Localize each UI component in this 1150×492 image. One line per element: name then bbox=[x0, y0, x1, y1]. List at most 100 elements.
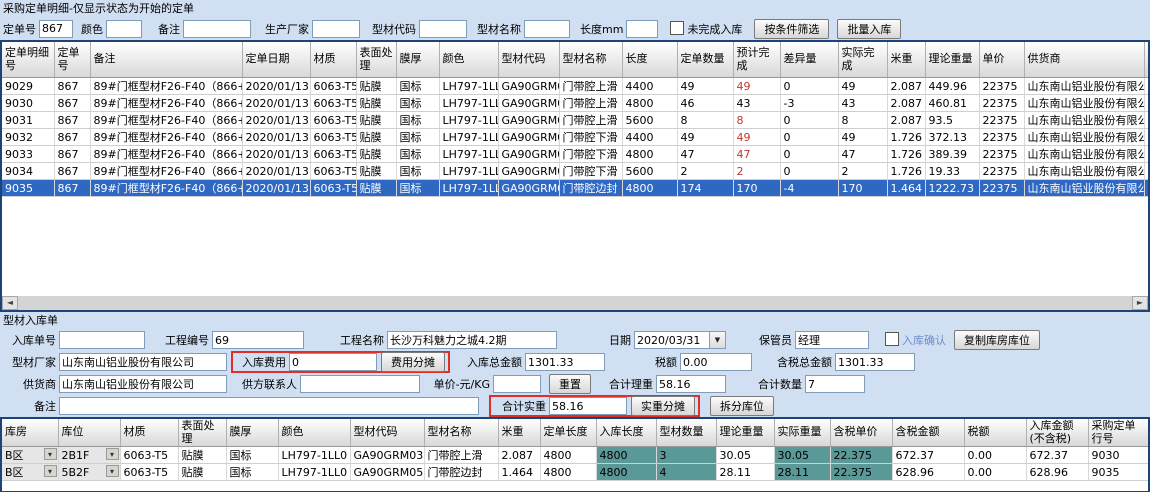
column-header[interactable]: 米重 bbox=[498, 419, 540, 447]
unit-price-input[interactable] bbox=[493, 375, 541, 393]
table-row[interactable]: B区▾2B1F▾6063-T5贴膜国标LH797-1LL0GA90GRM03门带… bbox=[2, 447, 1148, 464]
actual-weight-apportion-button[interactable]: 实重分摊 bbox=[631, 396, 695, 416]
table-row[interactable]: 903186789#门框型材F26-F40（866+867）2020/01/13… bbox=[2, 112, 1148, 129]
scroll-right-button[interactable]: ► bbox=[1132, 296, 1148, 310]
column-header[interactable]: 含税单价 bbox=[830, 419, 892, 447]
column-header[interactable]: 型材名称 bbox=[424, 419, 498, 447]
supplier-contact-input[interactable] bbox=[300, 375, 420, 393]
column-header[interactable]: 型材代码 bbox=[498, 42, 559, 78]
remark-input[interactable] bbox=[183, 20, 251, 38]
cell[interactable]: B区▾ bbox=[2, 447, 58, 464]
column-header[interactable]: 颜色 bbox=[439, 42, 498, 78]
column-header[interactable]: 理论重量 bbox=[716, 419, 774, 447]
table-row[interactable]: 902986789#门框型材F26-F40（866+867）2020/01/13… bbox=[2, 78, 1148, 95]
scroll-left-button[interactable]: ◄ bbox=[2, 296, 18, 310]
inbound-total-input[interactable] bbox=[525, 353, 605, 371]
column-header[interactable]: 备注 bbox=[90, 42, 242, 78]
dropdown-arrow-icon[interactable]: ▾ bbox=[106, 465, 119, 477]
project-name-input[interactable] bbox=[387, 331, 557, 349]
profile-code-input[interactable] bbox=[419, 20, 467, 38]
column-header[interactable]: 型材名称 bbox=[559, 42, 622, 78]
column-header[interactable]: 定单号 bbox=[54, 42, 90, 78]
calendar-dropdown-button[interactable]: ▼ bbox=[710, 331, 726, 349]
column-header[interactable]: 米重 bbox=[887, 42, 925, 78]
dropdown-arrow-icon[interactable]: ▾ bbox=[44, 448, 57, 460]
keeper-input[interactable] bbox=[795, 331, 869, 349]
column-header[interactable]: 型材代码 bbox=[350, 419, 424, 447]
column-header[interactable]: 库房 bbox=[2, 419, 58, 447]
total-with-tax-input[interactable] bbox=[835, 353, 915, 371]
column-header[interactable]: 实际完成 bbox=[838, 42, 887, 78]
column-header[interactable]: 采购定单行号 bbox=[1088, 419, 1148, 447]
table-row[interactable]: 903286789#门框型材F26-F40（866+867）2020/01/13… bbox=[2, 129, 1148, 146]
theory-weight-total-input[interactable] bbox=[656, 375, 726, 393]
project-no-input[interactable] bbox=[212, 331, 304, 349]
column-header[interactable]: 定单数量 bbox=[677, 42, 733, 78]
factory-input[interactable] bbox=[59, 353, 227, 371]
column-header[interactable]: 表面处理 bbox=[356, 42, 396, 78]
column-header[interactable]: 税额 bbox=[964, 419, 1026, 447]
split-location-button[interactable]: 拆分库位 bbox=[710, 396, 774, 416]
dropdown-arrow-icon[interactable]: ▾ bbox=[44, 465, 57, 477]
horizontal-scrollbar[interactable]: ◄ ► bbox=[2, 296, 1148, 310]
cell: 6063-T5 bbox=[310, 163, 356, 180]
filter-by-condition-button[interactable]: 按条件筛选 bbox=[754, 19, 829, 39]
purchase-order-grid: 定单明细号定单号备注定单日期材质表面处理膜厚颜色型材代码型材名称长度定单数量预计… bbox=[0, 40, 1150, 312]
supplier-input[interactable] bbox=[59, 375, 227, 393]
table-row[interactable]: 903086789#门框型材F26-F40（866+867）2020/01/13… bbox=[2, 95, 1148, 112]
column-header[interactable]: 定单长度 bbox=[540, 419, 596, 447]
column-header[interactable]: 膜厚 bbox=[226, 419, 278, 447]
inbound-remark-input[interactable] bbox=[59, 397, 479, 415]
column-header[interactable]: 实际重量 bbox=[774, 419, 830, 447]
inbound-fee-input[interactable] bbox=[289, 353, 377, 371]
column-header[interactable]: 预计完成 bbox=[733, 42, 780, 78]
column-header[interactable]: 差异量 bbox=[780, 42, 838, 78]
inbound-form-row-1: 入库单号 工程编号 工程名称 日期 ▼ 保管员 入库确认 复制库房库位 bbox=[0, 329, 1150, 351]
order-no-input[interactable] bbox=[39, 20, 73, 38]
reset-button[interactable]: 重置 bbox=[549, 374, 591, 394]
table-row[interactable]: B区▾5B2F▾6063-T5贴膜国标LH797-1LL0GA90GRM05门带… bbox=[2, 464, 1148, 481]
column-header[interactable]: 入库长度 bbox=[596, 419, 656, 447]
date-input[interactable] bbox=[634, 331, 710, 349]
profile-name-input[interactable] bbox=[524, 20, 570, 38]
cell: LH797-1LL0 bbox=[439, 112, 498, 129]
cell[interactable]: 2B1F▾ bbox=[58, 447, 120, 464]
fee-apportion-button[interactable]: 费用分摊 bbox=[381, 352, 445, 372]
column-header[interactable]: 供货商 bbox=[1024, 42, 1144, 78]
column-header[interactable]: 材质 bbox=[120, 419, 178, 447]
dropdown-arrow-icon[interactable]: ▾ bbox=[106, 448, 119, 460]
column-header[interactable]: 型材数量 bbox=[656, 419, 716, 447]
table-row[interactable]: 903486789#门框型材F26-F40（866+867）2020/01/13… bbox=[2, 163, 1148, 180]
column-header[interactable]: 长度 bbox=[622, 42, 677, 78]
column-header[interactable]: 定单明细号 bbox=[2, 42, 54, 78]
cell: 22.375 bbox=[830, 447, 892, 464]
actual-weight-total-input[interactable] bbox=[549, 397, 627, 415]
length-input[interactable] bbox=[626, 20, 658, 38]
manufacturer-input[interactable] bbox=[312, 20, 360, 38]
column-header[interactable]: 库位 bbox=[58, 419, 120, 447]
column-header[interactable]: 入库金额(不含税) bbox=[1026, 419, 1088, 447]
batch-inbound-button[interactable]: 批量入库 bbox=[837, 19, 901, 39]
column-header[interactable]: 膜厚 bbox=[396, 42, 439, 78]
column-header[interactable]: 表面处理 bbox=[178, 419, 226, 447]
tax-input[interactable] bbox=[680, 353, 752, 371]
column-header[interactable]: 颜色 bbox=[278, 419, 350, 447]
table-row[interactable]: 903386789#门框型材F26-F40（866+867）2020/01/13… bbox=[2, 146, 1148, 163]
cell[interactable]: 5B2F▾ bbox=[58, 464, 120, 481]
scrollbar-track[interactable] bbox=[18, 296, 1132, 310]
column-header[interactable]: 理论重量 bbox=[925, 42, 979, 78]
copy-warehouse-location-button[interactable]: 复制库房库位 bbox=[954, 330, 1040, 350]
column-header[interactable]: 含税金额 bbox=[892, 419, 964, 447]
unfinished-checkbox[interactable] bbox=[670, 21, 684, 35]
column-header[interactable]: 定单日期 bbox=[242, 42, 310, 78]
column-header[interactable] bbox=[1144, 42, 1148, 78]
column-header[interactable]: 材质 bbox=[310, 42, 356, 78]
count-total-input[interactable] bbox=[805, 375, 865, 393]
color-input[interactable] bbox=[106, 20, 142, 38]
column-header[interactable]: 单价 bbox=[979, 42, 1024, 78]
cell: 867 bbox=[54, 112, 90, 129]
inbound-no-input[interactable] bbox=[59, 331, 145, 349]
table-row[interactable]: 903586789#门框型材F26-F40（866+867）2020/01/13… bbox=[2, 180, 1148, 197]
inbound-confirm-checkbox[interactable] bbox=[885, 332, 899, 346]
cell[interactable]: B区▾ bbox=[2, 464, 58, 481]
